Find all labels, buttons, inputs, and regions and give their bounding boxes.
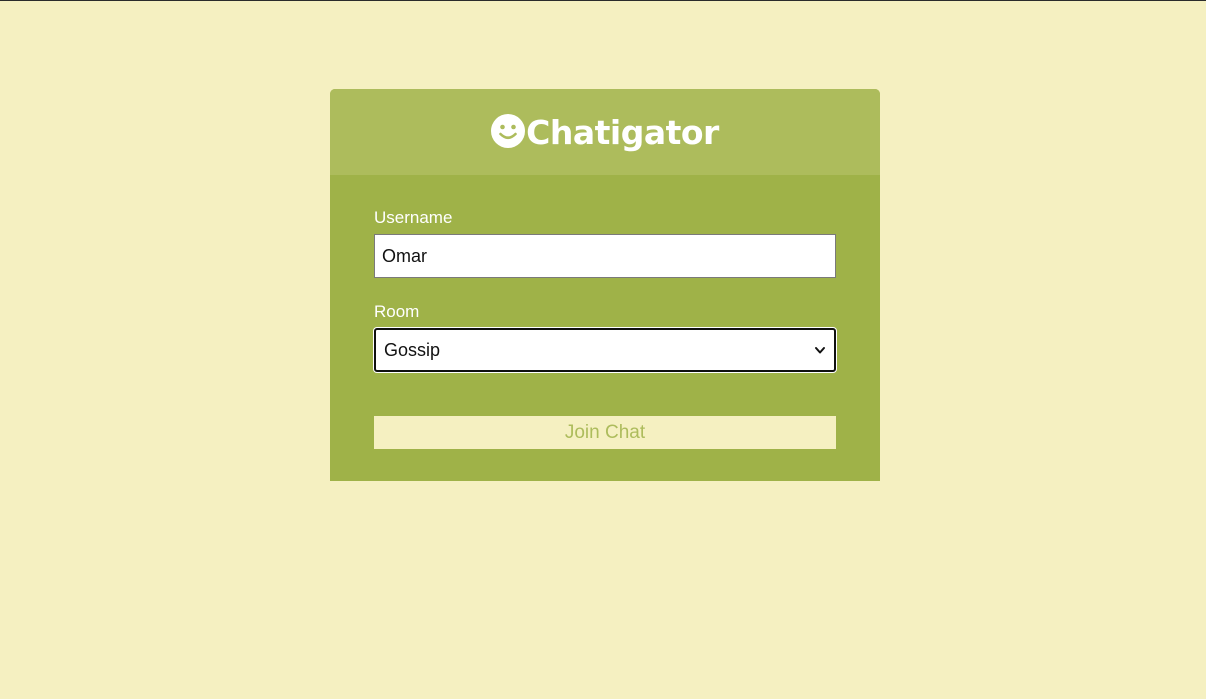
room-selected-value: Gossip — [384, 339, 441, 360]
username-label: Username — [374, 208, 453, 227]
top-border — [0, 0, 1206, 1]
join-form: Username Omar Room Gossip Join Chat — [330, 175, 880, 449]
room-label: Room — [374, 302, 420, 321]
username-value: Omar — [382, 245, 427, 266]
join-card: Chatigator Username Omar Room Gossip Joi… — [330, 89, 880, 481]
room-select[interactable]: Gossip — [374, 328, 836, 372]
app-title: Chatigator — [526, 112, 719, 152]
join-chat-button[interactable]: Join Chat — [374, 416, 836, 449]
chevron-down-icon — [815, 347, 825, 354]
smiley-icon — [491, 114, 526, 148]
card-header: Chatigator — [330, 89, 880, 175]
username-input[interactable]: Omar — [374, 234, 836, 278]
join-chat-label: Join Chat — [564, 421, 646, 443]
